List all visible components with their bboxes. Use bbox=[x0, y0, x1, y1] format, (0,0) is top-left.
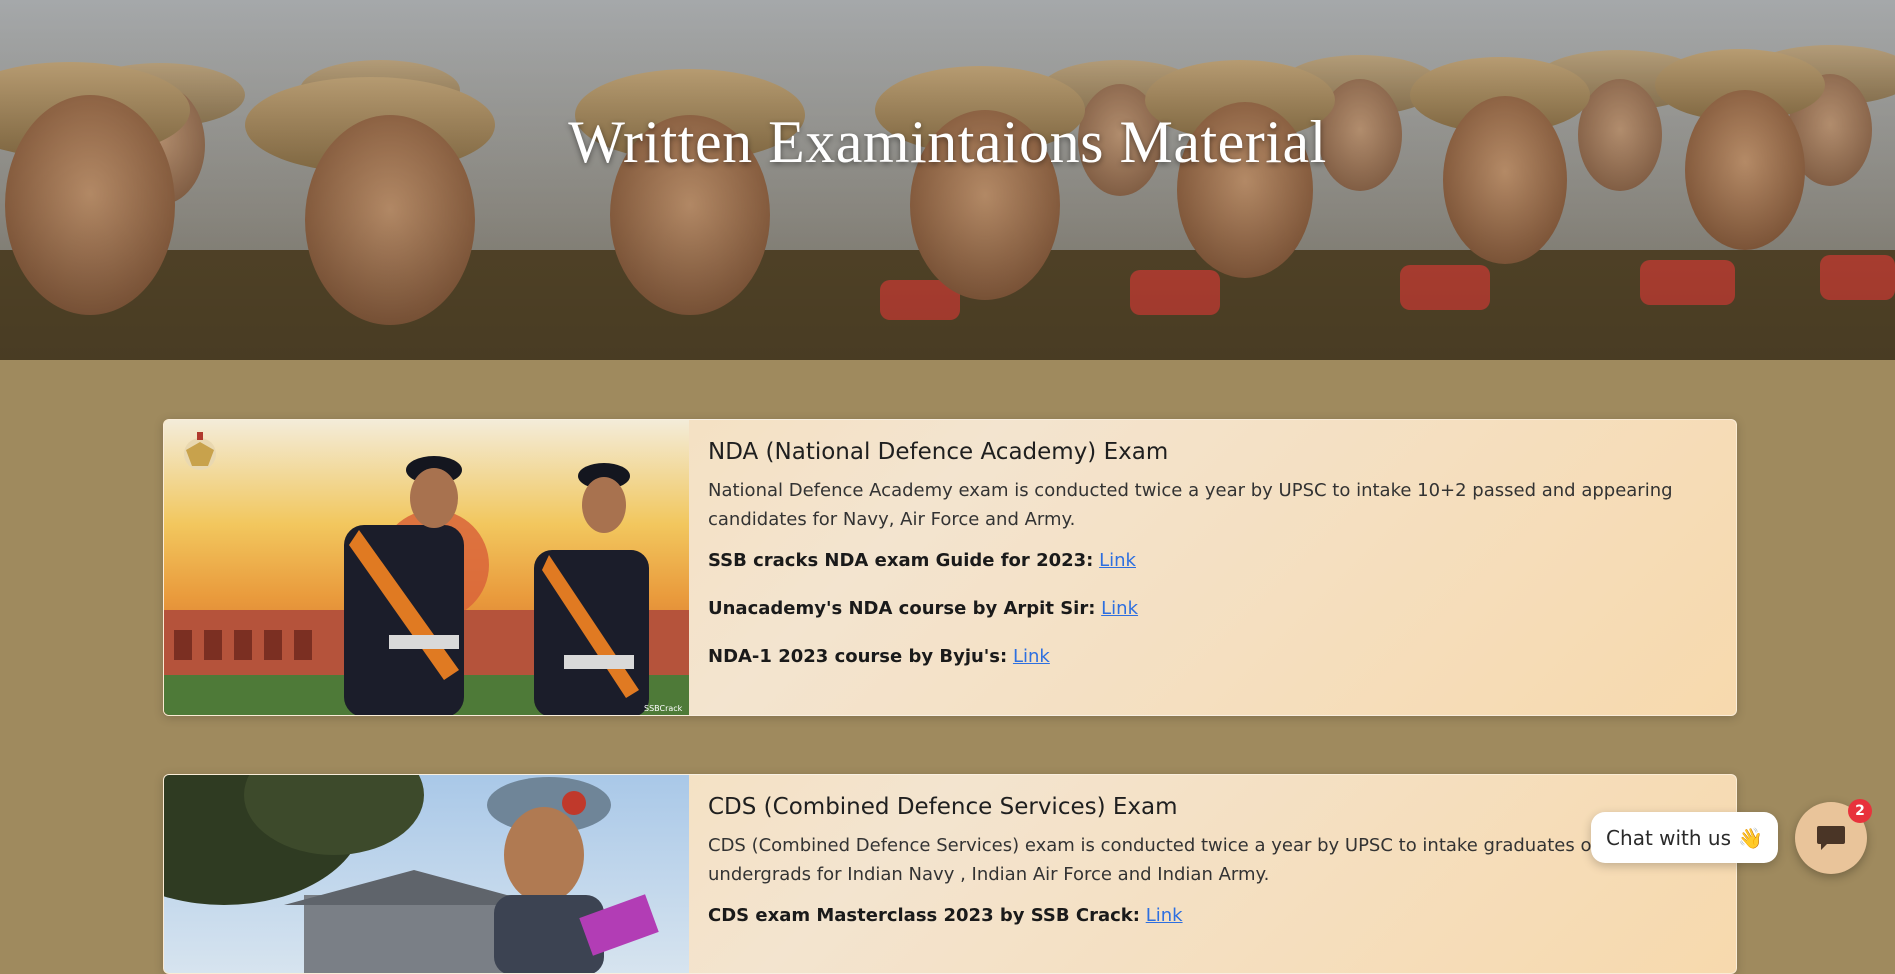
unread-count-badge: 2 bbox=[1848, 799, 1872, 823]
unacademy-nda-course-link[interactable]: Link bbox=[1101, 598, 1138, 619]
hero-banner: Written Examintaions Material bbox=[0, 0, 1895, 360]
card-title: NDA (National Defence Academy) Exam bbox=[708, 439, 1169, 465]
resource-label: CDS exam Masterclass 2023 by SSB Crack: bbox=[708, 904, 1140, 926]
resource-label: SSB cracks NDA exam Guide for 2023: bbox=[708, 549, 1094, 571]
resource-label: Unacademy's NDA course by Arpit Sir: bbox=[708, 597, 1096, 619]
ssb-nda-guide-link[interactable]: Link bbox=[1099, 550, 1136, 571]
card-title: CDS (Combined Defence Services) Exam bbox=[708, 794, 1178, 820]
card-body: CDS (Combined Defence Services) Exam CDS… bbox=[689, 775, 1736, 973]
chat-prompt-text: Chat with us bbox=[1606, 825, 1732, 850]
card-description: National Defence Academy exam is conduct… bbox=[708, 479, 1673, 530]
hero-overlay bbox=[0, 0, 1895, 360]
ssb-cds-masterclass-link[interactable]: Link bbox=[1146, 905, 1183, 926]
chat-with-us-bubble[interactable]: Chat with us 👋 bbox=[1591, 812, 1778, 863]
nda-cadets-image: SSBCrack bbox=[164, 420, 689, 715]
card-description: CDS (Combined Defence Services) exam is … bbox=[708, 834, 1690, 885]
cds-officer-image bbox=[164, 775, 689, 973]
resource-line: CDS exam Masterclass 2023 by SSB Crack: … bbox=[708, 903, 1714, 929]
exam-card-cds: CDS (Combined Defence Services) Exam CDS… bbox=[163, 774, 1737, 974]
chat-bubble-icon bbox=[1817, 826, 1845, 850]
resource-line: NDA-1 2023 course by Byju's: Link bbox=[708, 644, 1714, 670]
byjus-nda-course-link[interactable]: Link bbox=[1013, 646, 1050, 667]
resource-label: NDA-1 2023 course by Byju's: bbox=[708, 645, 1008, 667]
card-body: NDA (National Defence Academy) Exam Nati… bbox=[689, 420, 1736, 715]
page-title: Written Examintaions Material bbox=[568, 109, 1327, 175]
resource-line: SSB cracks NDA exam Guide for 2023: Link bbox=[708, 548, 1714, 574]
waving-hand-icon: 👋 bbox=[1738, 825, 1763, 850]
resource-line: Unacademy's NDA course by Arpit Sir: Lin… bbox=[708, 596, 1714, 622]
exam-card-nda: SSBCrack NDA (National Defence Academy) … bbox=[163, 419, 1737, 716]
image-watermark: SSBCrack bbox=[644, 704, 683, 713]
